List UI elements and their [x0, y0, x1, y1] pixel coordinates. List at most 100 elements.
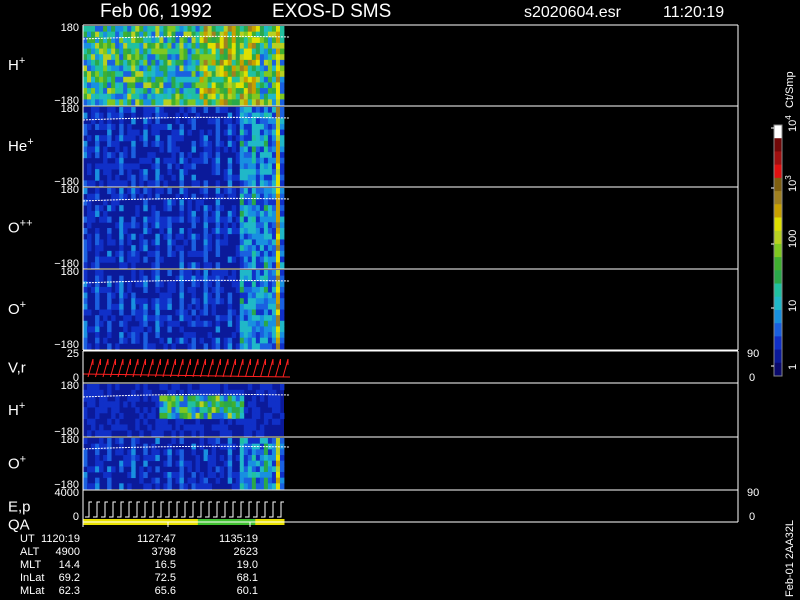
heatmap-cell	[83, 26, 88, 33]
heatmap-cell	[143, 54, 148, 61]
heatmap-cell	[123, 163, 128, 170]
heatmap-cell	[227, 42, 233, 49]
heatmap-cell	[259, 438, 265, 445]
heatmap-cell	[175, 418, 180, 425]
heatmap-cell	[155, 163, 160, 170]
heatmap-cell	[167, 82, 172, 89]
heatmap-cell	[267, 412, 273, 420]
heatmap-cell	[175, 129, 180, 136]
heatmap-cell	[119, 59, 124, 66]
heatmap-cell	[83, 93, 88, 100]
heatmap-cell	[259, 430, 265, 437]
heatmap-cell	[91, 107, 96, 114]
heatmap-cell	[263, 82, 269, 89]
heatmap-cell	[235, 157, 241, 164]
heatmap-cell	[251, 157, 257, 164]
heatmap-cell	[191, 210, 196, 217]
heatmap-cell	[223, 401, 229, 408]
heatmap-cell	[263, 270, 269, 277]
heatmap-cell	[179, 412, 184, 420]
heatmap-cell	[87, 193, 92, 200]
heatmap-cell	[267, 460, 273, 467]
heatmap-cell	[171, 26, 176, 33]
heatmap-cell	[183, 395, 188, 402]
heatmap-cell	[271, 210, 277, 217]
heatmap-cell	[243, 298, 249, 305]
heatmap-cell	[191, 118, 196, 125]
heatmap-cell	[259, 309, 265, 316]
heatmap-cell	[135, 315, 140, 322]
heatmap-cell	[247, 270, 253, 277]
heatmap-cell	[259, 42, 265, 49]
heatmap-cell	[155, 59, 160, 66]
heatmap-cell	[107, 430, 112, 437]
heatmap-cell	[247, 42, 253, 49]
heatmap-cell	[127, 449, 132, 456]
heatmap-cell	[127, 31, 132, 38]
heatmap-cell	[155, 298, 160, 305]
heatmap-cell	[151, 455, 156, 462]
heatmap-cell	[143, 37, 148, 44]
heatmap-cell	[171, 239, 176, 246]
heatmap-cell	[259, 292, 265, 299]
heatmap-cell	[223, 76, 229, 83]
heatmap-cell	[255, 256, 261, 263]
heatmap-cell	[131, 256, 136, 263]
heatmap-cell	[91, 82, 96, 89]
ephemeris-value: 4900	[56, 546, 80, 558]
heatmap-cell	[255, 449, 261, 456]
heatmap-cell	[279, 65, 285, 72]
heatmap-cell	[235, 88, 241, 95]
heatmap-cell	[151, 298, 156, 305]
heatmap-cell	[183, 412, 188, 420]
heatmap-cell	[243, 332, 249, 339]
heatmap-cell	[151, 222, 156, 229]
heatmap-cell	[175, 65, 180, 72]
heatmap-cell	[179, 71, 184, 78]
heatmap-cell	[227, 455, 233, 462]
heatmap-cell	[119, 48, 124, 55]
heatmap-cell	[263, 216, 269, 223]
heatmap-cell	[191, 430, 196, 437]
heatmap-cell	[247, 256, 253, 263]
ephemeris-value: 16.5	[155, 559, 176, 571]
heatmap-cell	[263, 455, 269, 462]
heatmap-cell	[95, 449, 100, 456]
heatmap-cell	[263, 188, 269, 195]
heatmap-cell	[167, 407, 172, 414]
heatmap-cell	[159, 107, 164, 114]
heatmap-cell	[123, 135, 128, 142]
heatmap-cell	[251, 407, 257, 414]
heatmap-cell	[267, 472, 273, 479]
heatmap-cell	[195, 82, 200, 89]
heatmap-cell	[127, 174, 132, 181]
heatmap-cell	[155, 118, 160, 125]
heatmap-cell	[235, 228, 241, 235]
heatmap-cell	[279, 483, 285, 490]
heatmap-cell	[239, 140, 245, 147]
heatmap-cell	[279, 228, 285, 235]
heatmap-cell	[195, 424, 200, 431]
heatmap-cell	[263, 146, 269, 153]
heatmap-cell	[227, 48, 233, 55]
heatmap-cell	[271, 65, 277, 72]
heatmap-cell	[271, 250, 277, 257]
heatmap-cell	[219, 424, 225, 431]
heatmap-cell	[219, 401, 225, 408]
heatmap-cell	[107, 65, 112, 72]
heatmap-cell	[111, 180, 116, 187]
ephemeris-value: 3798	[152, 546, 176, 558]
heatmap-cell	[143, 298, 148, 305]
heatmap-cell	[247, 228, 253, 235]
colorbar-segment	[774, 177, 782, 192]
heatmap-cell	[271, 48, 277, 55]
heatmap-cell	[187, 320, 192, 327]
heatmap-cell	[279, 199, 285, 206]
heatmap-cell	[131, 37, 136, 44]
heatmap-cell	[179, 199, 184, 206]
heatmap-cell	[279, 37, 285, 44]
heatmap-cell	[171, 48, 176, 55]
heatmap-cell	[195, 54, 200, 61]
heatmap-cell	[231, 407, 237, 414]
heatmap-cell	[135, 42, 140, 49]
